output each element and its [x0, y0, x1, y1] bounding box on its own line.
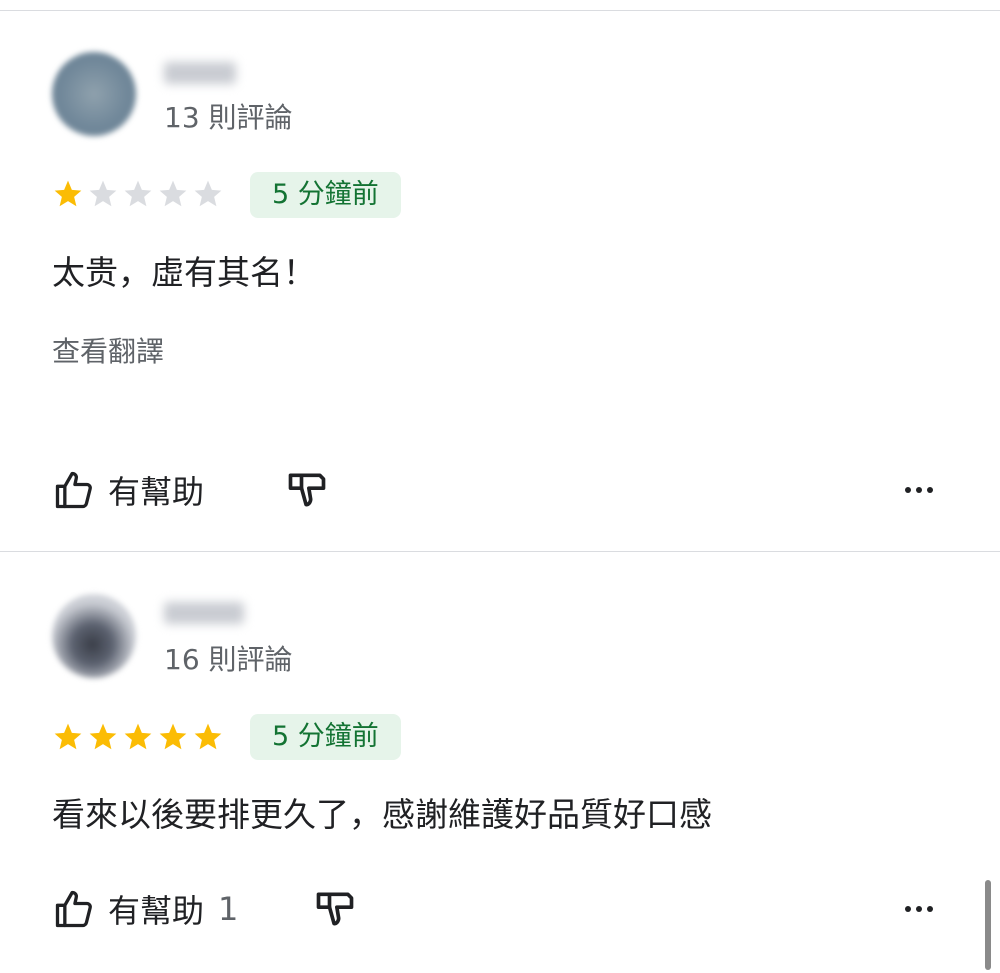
reviewer-review-count: 13 則評論: [164, 101, 293, 134]
not-helpful-button[interactable]: [282, 465, 332, 515]
star-icon: [159, 180, 187, 207]
star-icon: [54, 180, 82, 207]
more-dot: [905, 487, 911, 493]
time-badge: 5 分鐘前: [250, 714, 401, 760]
more-dot: [927, 906, 933, 912]
thumb-up-icon: [55, 890, 92, 928]
more-options-button[interactable]: [894, 465, 944, 515]
divider-top: [0, 10, 1000, 11]
star-icon: [159, 723, 187, 750]
star-icon: [54, 723, 82, 750]
reviewer-name-blurred[interactable]: [164, 602, 244, 624]
not-helpful-button[interactable]: [310, 884, 360, 934]
star-icon: [89, 723, 117, 750]
star-icon: [124, 723, 152, 750]
review-text: 看來以後要排更久了，感謝維護好品質好口感: [52, 795, 712, 834]
more-options-button[interactable]: [894, 884, 944, 934]
see-translation-link[interactable]: 查看翻譯: [52, 330, 164, 370]
more-dot: [916, 906, 922, 912]
scrollbar[interactable]: [985, 880, 991, 970]
reviewer-review-count: 16 則評論: [164, 643, 293, 676]
more-dot: [927, 487, 933, 493]
star-rating: [52, 178, 224, 210]
star-icon: [89, 180, 117, 207]
more-dot: [905, 906, 911, 912]
divider-between-reviews: [0, 551, 1000, 552]
star-icon: [194, 723, 222, 750]
helpful-button[interactable]: 有幫助 1: [52, 884, 238, 934]
more-dot: [916, 487, 922, 493]
review-text: 太贵，虛有其名！: [52, 253, 316, 292]
review-actions: 有幫助 1: [0, 884, 1000, 934]
thumb-down-icon: [316, 892, 354, 926]
review-actions: 有幫助: [0, 465, 1000, 515]
helpful-count: 1: [218, 890, 239, 928]
star-rating: [52, 721, 224, 753]
avatar[interactable]: [52, 52, 136, 136]
avatar[interactable]: [52, 594, 136, 678]
helpful-label: 有幫助: [108, 473, 205, 511]
reviewer-name-blurred[interactable]: [164, 62, 236, 84]
thumb-down-icon: [288, 473, 326, 507]
time-badge: 5 分鐘前: [250, 172, 401, 218]
thumb-up-icon: [55, 471, 92, 509]
helpful-label: 有幫助: [108, 892, 205, 930]
star-icon: [124, 180, 152, 207]
helpful-button[interactable]: 有幫助: [52, 465, 204, 515]
star-icon: [194, 180, 222, 207]
